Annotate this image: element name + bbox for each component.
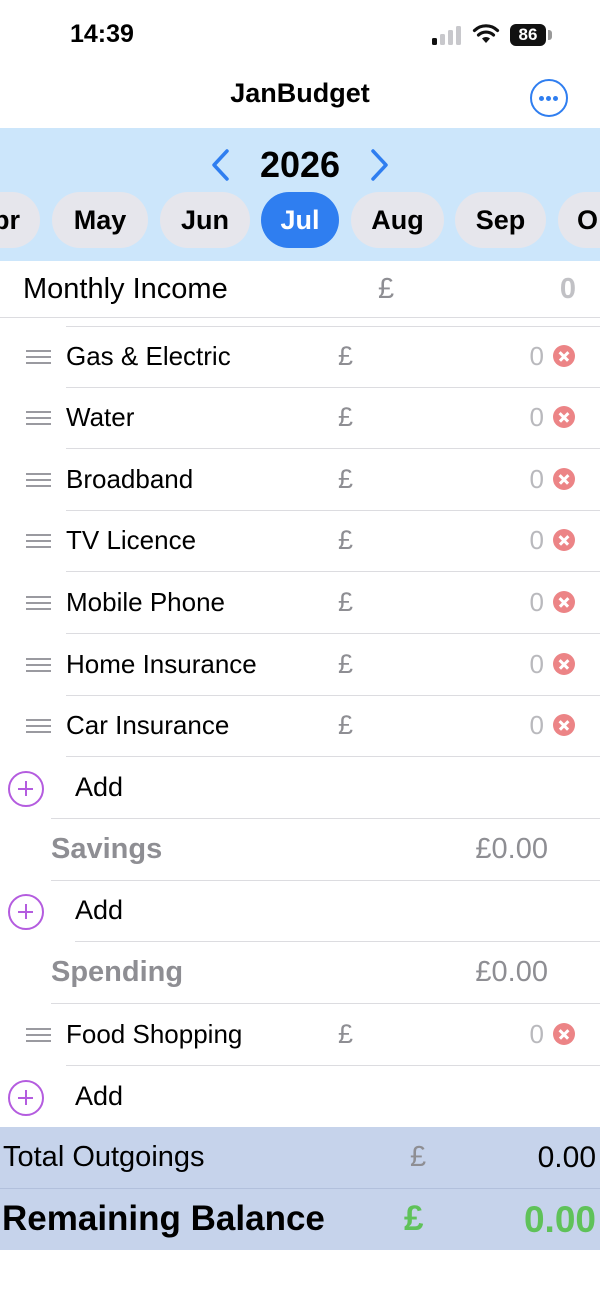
expense-value-input[interactable]: 0 xyxy=(530,587,544,618)
delete-icon[interactable] xyxy=(553,714,575,736)
expense-value-input[interactable]: 0 xyxy=(530,402,544,433)
list-item[interactable]: Car Insurance £ 0 xyxy=(0,695,600,756)
list-item[interactable]: Home Insurance £ 0 xyxy=(0,634,600,695)
app-title: JanBudget xyxy=(230,78,370,108)
currency-symbol: £ xyxy=(338,587,354,617)
expense-name: Water xyxy=(66,402,135,432)
drag-handle-icon[interactable] xyxy=(26,596,51,610)
list-item[interactable]: Gas & Electric £ 0 xyxy=(0,326,600,387)
expense-name: Food Shopping xyxy=(66,1019,243,1049)
remaining-balance-currency: £ xyxy=(404,1199,424,1238)
year-row: 2026 xyxy=(0,140,600,186)
totals-panel: Total Outgoings £ 0.00 Remaining Balance… xyxy=(0,1127,600,1250)
list-item[interactable]: TV Licence £ 0 xyxy=(0,510,600,571)
month-pill-jun[interactable]: Jun xyxy=(160,192,250,248)
remaining-balance-label: Remaining Balance xyxy=(2,1199,325,1238)
drag-handle-icon[interactable] xyxy=(26,350,51,364)
add-circle-icon[interactable] xyxy=(8,1080,44,1116)
drag-handle-icon[interactable] xyxy=(26,658,51,672)
add-spending-label[interactable]: Add xyxy=(75,1081,123,1112)
spending-total: £0.00 xyxy=(475,956,548,988)
status-bar: 14:39 86 xyxy=(0,0,600,70)
delete-icon[interactable] xyxy=(553,468,575,490)
more-options-button[interactable] xyxy=(530,79,568,117)
currency-symbol: £ xyxy=(338,710,354,740)
delete-icon[interactable] xyxy=(553,591,575,613)
month-pill-sep[interactable]: Sep xyxy=(455,192,546,248)
savings-title: Savings xyxy=(51,833,163,865)
total-outgoings-value: 0.00 xyxy=(537,1141,596,1174)
expense-value-input[interactable]: 0 xyxy=(530,464,544,495)
income-row: Monthly Income £ 0 xyxy=(0,261,600,317)
list-item[interactable]: Broadband £ 0 xyxy=(0,449,600,510)
spending-title: Spending xyxy=(51,956,184,988)
delete-icon[interactable] xyxy=(553,529,575,551)
expense-name: TV Licence xyxy=(66,525,197,555)
ellipsis-icon xyxy=(539,96,544,101)
drag-handle-icon[interactable] xyxy=(26,534,51,548)
month-pill-jul[interactable]: Jul xyxy=(261,192,339,248)
year-label: 2026 xyxy=(259,144,341,185)
month-selector: 2026 pr May Jun Jul Aug Sep O xyxy=(0,128,600,261)
expense-value-input[interactable]: 0 xyxy=(530,710,544,741)
expense-value-input[interactable]: 0 xyxy=(530,1019,544,1050)
add-circle-icon[interactable] xyxy=(8,894,44,930)
savings-total: £0.00 xyxy=(475,833,548,865)
expense-name: Gas & Electric xyxy=(66,341,231,371)
delete-icon[interactable] xyxy=(553,1023,575,1045)
month-pill-may[interactable]: May xyxy=(52,192,148,248)
expense-name: Home Insurance xyxy=(66,649,257,679)
expense-name: Car Insurance xyxy=(66,710,230,740)
currency-symbol: £ xyxy=(338,525,354,555)
drag-handle-icon[interactable] xyxy=(26,1028,51,1042)
chevron-right-icon[interactable] xyxy=(366,148,392,182)
add-spending-row[interactable]: Add xyxy=(0,1066,600,1127)
add-bill-label[interactable]: Add xyxy=(75,772,123,803)
delete-icon[interactable] xyxy=(553,345,575,367)
currency-symbol: £ xyxy=(338,649,354,679)
expense-value-input[interactable]: 0 xyxy=(530,649,544,680)
delete-icon[interactable] xyxy=(553,406,575,428)
month-pill-aug[interactable]: Aug xyxy=(351,192,444,248)
currency-symbol: £ xyxy=(338,1019,354,1049)
total-outgoings-label: Total Outgoings xyxy=(3,1141,205,1173)
drag-handle-icon[interactable] xyxy=(26,473,51,487)
list-item[interactable]: Food Shopping £ 0 xyxy=(0,1004,600,1065)
separator xyxy=(0,1188,600,1189)
expense-name: Broadband xyxy=(66,464,194,494)
separator xyxy=(0,317,600,318)
add-savings-row[interactable]: Add xyxy=(0,880,600,941)
income-currency: £ xyxy=(378,273,395,305)
battery-icon: 86 xyxy=(510,24,546,46)
spending-section-header: Spending £0.00 xyxy=(0,942,600,1003)
cellular-signal-icon xyxy=(432,25,464,45)
status-time: 14:39 xyxy=(70,20,134,48)
remaining-balance-value: 0.00 xyxy=(523,1199,596,1240)
expense-name: Mobile Phone xyxy=(66,587,225,617)
income-label: Monthly Income xyxy=(23,273,228,305)
drag-handle-icon[interactable] xyxy=(26,411,51,425)
savings-section-header: Savings £0.00 xyxy=(0,819,600,880)
currency-symbol: £ xyxy=(338,464,354,494)
expense-value-input[interactable]: 0 xyxy=(530,525,544,556)
delete-icon[interactable] xyxy=(553,653,575,675)
income-value-input[interactable]: 0 xyxy=(560,273,576,306)
wifi-icon xyxy=(472,24,500,43)
total-outgoings-currency: £ xyxy=(410,1141,427,1173)
month-strip[interactable]: pr May Jun Jul Aug Sep O xyxy=(0,192,600,248)
list-item[interactable]: Mobile Phone £ 0 xyxy=(0,572,600,633)
add-circle-icon[interactable] xyxy=(8,771,44,807)
currency-symbol: £ xyxy=(338,402,354,432)
list-item[interactable]: Water £ 0 xyxy=(0,387,600,448)
expense-value-input[interactable]: 0 xyxy=(530,341,544,372)
month-pill-oct[interactable]: O xyxy=(558,192,600,248)
battery-tip xyxy=(548,30,552,40)
ellipsis-dot xyxy=(546,96,551,101)
drag-handle-icon[interactable] xyxy=(26,719,51,733)
add-bill-row[interactable]: Add xyxy=(0,757,600,818)
month-pill-apr[interactable]: pr xyxy=(0,192,40,248)
add-savings-label[interactable]: Add xyxy=(75,895,123,926)
currency-symbol: £ xyxy=(338,341,354,371)
ellipsis-dot xyxy=(553,96,558,101)
